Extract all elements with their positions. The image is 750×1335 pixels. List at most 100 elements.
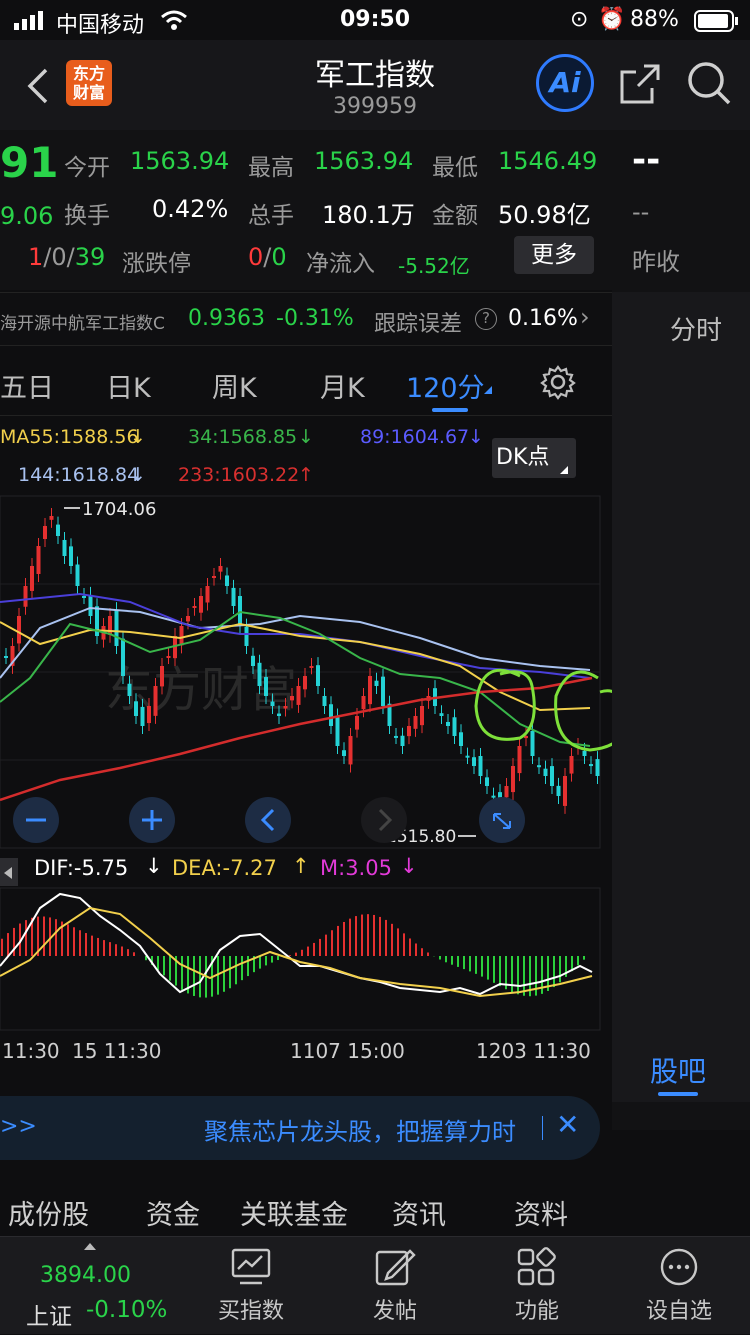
candle (413, 716, 418, 729)
candle (179, 626, 184, 646)
candle (472, 757, 476, 766)
candle (4, 656, 8, 658)
settings-gear-icon[interactable] (540, 364, 576, 400)
turnover-value: 0.42% (152, 195, 229, 223)
arrow-down-icon: ↓ (400, 854, 418, 878)
candle (452, 717, 457, 736)
status-bar: 中国移动 09:50 ⊙ ⏰ 88% (0, 0, 750, 40)
tab-daily-k[interactable]: 日K (106, 366, 151, 405)
grid-icon (517, 1247, 556, 1286)
open-label: 今开 (64, 155, 110, 181)
quote-panel: 91 9.06 今开 1563.94 最高 1563.94 最低 1546.49… (0, 130, 612, 290)
candle (251, 655, 255, 666)
candle (212, 576, 216, 578)
linked-fund-row[interactable]: 海开源中航军工指数C 0.9363 -0.31% 跟踪误差 ? 0.16% › (0, 292, 612, 346)
promo-banner[interactable]: >> 聚焦芯片龙头股，把握算力时 ✕ (0, 1096, 600, 1160)
macd-collapse-button[interactable] (0, 858, 18, 886)
functions-tab[interactable]: 功能 (482, 1247, 592, 1325)
clock: 09:50 (340, 7, 411, 32)
candle (160, 666, 164, 687)
battery-icon (694, 10, 738, 32)
candle (556, 785, 561, 796)
limit-up-count: 0 (248, 243, 264, 271)
tab-weekly-k[interactable]: 周K (212, 366, 257, 405)
candle (199, 596, 203, 613)
candle (69, 546, 73, 566)
caret-up-icon (84, 1243, 96, 1250)
candle (121, 638, 125, 676)
banner-divider (542, 1116, 543, 1140)
candle (30, 566, 34, 591)
dea-line (0, 906, 593, 998)
candle (43, 526, 47, 540)
candle (36, 546, 41, 574)
candle (290, 696, 294, 701)
low-label: 最低 (432, 155, 478, 181)
guba-underline (658, 1092, 698, 1096)
candle (446, 721, 450, 726)
battery-percent: 88% (630, 7, 679, 32)
search-icon[interactable] (686, 60, 732, 106)
tab-related-funds[interactable]: 关联基金 (240, 1193, 348, 1232)
tab-5day[interactable]: 五日 (0, 366, 54, 405)
limit-down-count: 0 (271, 243, 287, 271)
candle (595, 759, 600, 776)
tab-constituents[interactable]: 成份股 (8, 1193, 89, 1232)
candle (439, 713, 444, 716)
tab-capital[interactable]: 资金 (146, 1193, 200, 1232)
post-tab[interactable]: 发帖 (340, 1247, 450, 1325)
tab-monthly-k[interactable]: 月K (320, 366, 365, 405)
up-count: 1 (28, 243, 44, 271)
tab-news[interactable]: 资讯 (392, 1193, 446, 1232)
candle (225, 575, 229, 586)
pan-left-button[interactable] (245, 797, 291, 843)
candle (231, 587, 236, 606)
signal-icon (14, 11, 43, 30)
fullscreen-button[interactable] (479, 797, 525, 843)
zoom-in-button[interactable] (129, 797, 175, 843)
candle (459, 732, 463, 746)
candle (218, 566, 223, 572)
tab-guba[interactable]: 股吧 (650, 1050, 706, 1090)
buy-index-label: 买指数 (217, 1299, 284, 1324)
tab-profile[interactable]: 资料 (514, 1193, 568, 1232)
pan-right-button[interactable] (361, 797, 407, 843)
shanghai-index-ticker[interactable]: 3894.00 上证 -0.10% (0, 1237, 180, 1335)
candle (485, 777, 489, 786)
time-label: 15 11:30 (72, 1039, 161, 1063)
bottom-tab-bar: 3894.00 上证 -0.10% 买指数 发帖 功能 设自选 (0, 1236, 750, 1334)
close-icon[interactable]: ✕ (556, 1108, 579, 1141)
ai-button[interactable]: Ai (536, 54, 594, 112)
candle (374, 680, 379, 686)
content-tabs: 成份股 资金 关联基金 资讯 资料 (0, 1175, 612, 1245)
post-label: 发帖 (372, 1299, 417, 1324)
add-watchlist-tab[interactable]: 设自选 (624, 1247, 734, 1325)
tab-120min[interactable]: 120分 (406, 366, 485, 405)
add-watchlist-label: 设自选 (645, 1299, 712, 1324)
candle (277, 713, 281, 716)
more-dots-icon (660, 1248, 698, 1286)
buy-index-tab[interactable]: 买指数 (196, 1247, 306, 1325)
limit-counts: 0/0 (248, 243, 287, 271)
high-label: 最高 (248, 155, 294, 181)
candle (88, 594, 93, 616)
arrow-up-icon: ↑ (292, 854, 310, 878)
zoom-out-button[interactable] (13, 797, 59, 843)
low-value: 1546.49 (498, 147, 598, 175)
candle (348, 736, 353, 765)
sh-index-value: 3894.00 (40, 1263, 131, 1288)
tab-intraday[interactable]: 分时 (670, 310, 722, 347)
candle (153, 686, 158, 716)
volume-value: 180.1万 (322, 201, 415, 229)
candle (296, 686, 301, 705)
price-value: 91 (0, 138, 59, 187)
kline-chart-area[interactable]: 东方财富 1704.06 1515.80 11:30 15 11:30 1107… (0, 416, 629, 1116)
more-button[interactable]: 更多 (514, 236, 594, 274)
candle (589, 764, 593, 767)
candle (56, 524, 60, 536)
m-label: M:3.05 (320, 856, 392, 880)
tracking-label: 跟踪误差 (374, 312, 463, 337)
share-icon[interactable] (618, 62, 662, 106)
help-icon[interactable]: ? (475, 308, 497, 330)
candle (394, 735, 398, 738)
